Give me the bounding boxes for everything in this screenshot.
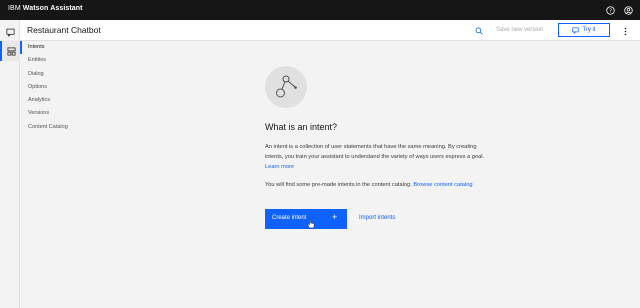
browse-catalog-link[interactable]: Browse content catalog bbox=[413, 182, 472, 188]
brand-product: Watson Assistant bbox=[22, 5, 83, 12]
nav-item-dialog[interactable]: Dialog bbox=[20, 68, 115, 81]
brand-ibm: IBM bbox=[8, 5, 21, 12]
nav-item-options[interactable]: Options bbox=[20, 81, 115, 94]
skill-header: Restaurant Chatbot Save new version Try … bbox=[20, 20, 640, 41]
empty-state-description: An intent is a collection of user statem… bbox=[265, 142, 495, 172]
create-intent-button[interactable]: Create intent + bbox=[265, 209, 347, 229]
page-title: Restaurant Chatbot bbox=[27, 25, 101, 35]
nav-item-intents[interactable]: Intents bbox=[20, 41, 115, 55]
hand-cursor-icon bbox=[307, 219, 315, 229]
empty-state-heading: What is an intent? bbox=[265, 122, 338, 132]
nav-item-content-catalog[interactable]: Content Catalog bbox=[20, 121, 115, 134]
catalog-hint: You will find some pre-made intents in t… bbox=[265, 180, 495, 190]
try-it-label: Try it bbox=[582, 27, 596, 33]
app-brand[interactable]: IBM Watson Assistant bbox=[8, 5, 83, 12]
catalog-hint-text: You will find some pre-made intents in t… bbox=[265, 182, 412, 188]
save-new-version-button[interactable]: Save new version bbox=[496, 27, 543, 33]
nav-item-analytics[interactable]: Analytics bbox=[20, 94, 115, 107]
import-intents-link[interactable]: Import intents bbox=[359, 215, 395, 221]
add-icon: + bbox=[332, 212, 338, 222]
description-text: An intent is a collection of user statem… bbox=[265, 144, 485, 160]
nav-item-entities[interactable]: Entities bbox=[20, 54, 115, 67]
skills-icon[interactable] bbox=[0, 41, 20, 61]
help-icon[interactable]: ? bbox=[604, 4, 616, 16]
user-icon[interactable] bbox=[622, 4, 634, 16]
create-intent-label: Create intent bbox=[272, 215, 307, 221]
intent-illustration bbox=[265, 66, 307, 108]
overflow-menu-icon[interactable] bbox=[621, 25, 629, 37]
left-rail bbox=[0, 20, 20, 308]
nav-item-versions[interactable]: Versions bbox=[20, 107, 115, 120]
top-bar: IBM Watson Assistant ? bbox=[0, 0, 640, 20]
chat-icon bbox=[572, 26, 580, 34]
intent-node-icon bbox=[276, 75, 297, 98]
try-it-button[interactable]: Try it bbox=[558, 23, 610, 37]
search-icon[interactable] bbox=[472, 24, 485, 37]
chat-icon[interactable] bbox=[0, 22, 20, 42]
learn-more-link[interactable]: Learn more bbox=[265, 164, 294, 170]
svg-text:?: ? bbox=[609, 8, 612, 14]
skill-side-nav: Intents Entities Dialog Options Analytic… bbox=[20, 41, 115, 134]
